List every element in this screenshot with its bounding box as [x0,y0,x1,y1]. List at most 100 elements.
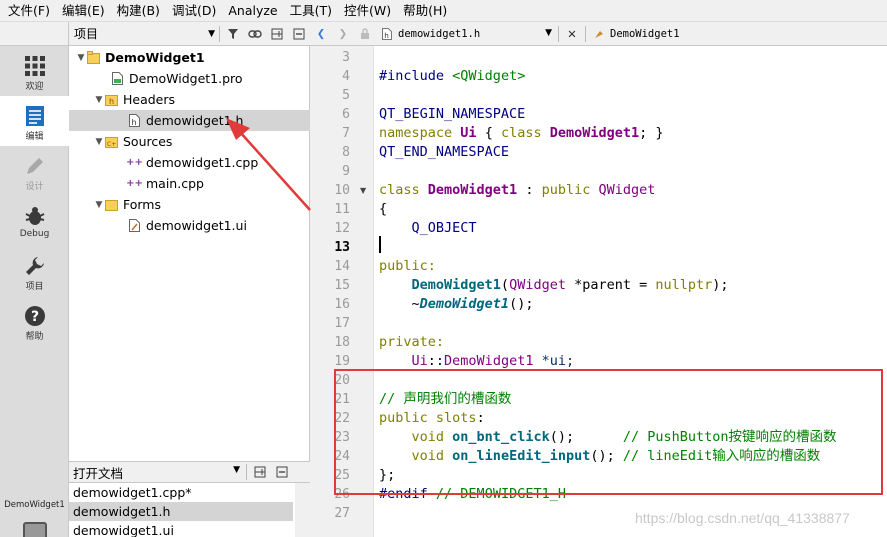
menu-analyze[interactable]: Analyze [224,0,281,22]
code-line-6: QT_BEGIN_NAMESPACE [379,105,525,124]
menu-widgets[interactable]: 控件(W) [340,0,395,22]
header-file-icon: h [128,114,141,128]
close-panel-icon[interactable] [288,24,310,44]
tree-item-pro-file[interactable]: DemoWidget1.pro [69,68,310,89]
project-view-select[interactable]: 项目 ▼ [71,24,217,44]
preprocessor-token: #include [379,68,445,84]
close-file-icon[interactable]: ✕ [561,24,583,44]
code-line-4: #include <QWidget> [379,67,525,86]
kit-label[interactable]: DemoWidget1 [0,500,69,510]
mode-debug-label: Debug [19,229,50,239]
sources-label: Sources [123,134,173,149]
punct-token: *parent = [565,277,656,293]
header-file-label: demowidget1.h [146,113,244,128]
chevron-down-icon[interactable]: ▼ [93,95,105,105]
open-documents-title: 打开文档 [73,465,124,481]
fold-marker-icon[interactable]: ▼ [360,181,370,200]
forward-arrow-icon[interactable]: ❯ [332,26,354,42]
menu-tools[interactable]: 工具(T) [286,0,336,22]
header-file-icon: h [380,27,393,41]
split-icon[interactable] [249,462,271,482]
tree-item-header-file[interactable]: h demowidget1.h [69,110,310,131]
chevron-down-icon[interactable]: ▼ [93,200,105,210]
bug-icon [25,207,44,225]
split-icon[interactable] [266,24,288,44]
namespace-token: Ui [460,125,477,141]
mode-edit-label: 编辑 [25,132,44,142]
close-panel-icon[interactable] [271,462,293,482]
project-toolbar: 项目 ▼ [69,22,310,46]
project-tree: ▼ DemoWidget1 DemoWidget1.pro ▼ h Header… [69,46,310,461]
open-documents-toolbar: 打开文档 ▼ [69,461,310,483]
chevron-down-icon[interactable]: ▼ [75,53,87,63]
keyword-token: public: [379,258,436,274]
tree-item-forms[interactable]: ▼ Forms [69,194,310,215]
class-token: DemoWidget1 [549,125,640,141]
forms-folder-icon [105,198,118,212]
help-icon: ? [24,306,45,326]
line-number: 18 [334,335,350,350]
tree-item-source-file[interactable]: ++ demowidget1.cpp [69,152,310,173]
mode-help-label: 帮助 [25,332,44,342]
punct-token: ( [500,277,510,293]
function-token: DemoWidget1 [411,277,501,293]
type-token: QWidget [598,182,656,198]
svg-text:h: h [109,97,114,106]
link-icon[interactable] [244,24,266,44]
function-token: DemoWidget1 [419,296,510,312]
keyword-token: public [541,182,591,198]
mode-edit[interactable]: 编辑 [0,96,69,146]
chevron-down-icon[interactable]: ▼ [93,137,105,147]
menu-edit[interactable]: 编辑(E) [58,0,109,22]
open-document-item[interactable]: demowidget1.ui [69,521,293,537]
menu-help[interactable]: 帮助(H) [399,0,451,22]
mode-design[interactable]: 设计 [0,146,69,196]
punct-token: ; } [639,125,664,141]
open-document-item[interactable]: demowidget1.h [69,502,293,521]
divider [585,25,586,42]
line-number: 5 [342,88,350,103]
line-number: 11 [334,202,350,217]
punct-token: :: [427,353,445,369]
open-documents-scrollbar[interactable] [295,483,310,537]
tree-item-headers[interactable]: ▼ h Headers [69,89,310,110]
punct-token: ~ [411,296,420,312]
forms-label: Forms [123,197,162,212]
svg-text:h: h [132,118,137,127]
svg-text:h: h [384,31,389,40]
pencil-icon [26,158,43,174]
code-line-15: DemoWidget1(QWidget *parent = nullptr); [379,276,729,295]
punct-token: (); [509,296,534,312]
mode-welcome[interactable]: 欢迎 [0,46,69,96]
project-icon [87,51,100,65]
mode-help[interactable]: ? 帮助 [0,296,69,346]
line-number: 17 [334,316,350,331]
menu-build[interactable]: 构建(B) [113,0,164,22]
open-file-select[interactable]: h demowidget1.h ▼ [376,24,556,44]
mode-projects[interactable]: 项目 [0,246,69,296]
punct-token: { [379,201,388,217]
tree-item-form-file[interactable]: demowidget1.ui [69,215,310,236]
menu-debug[interactable]: 调试(D) [168,0,220,22]
filter-icon[interactable] [222,24,244,44]
tree-item-sources[interactable]: ▼ C+ Sources [69,131,310,152]
menu-file[interactable]: 文件(F) [4,0,54,22]
punct-token: { [476,125,501,141]
tree-item-project[interactable]: ▼ DemoWidget1 [69,47,310,68]
cpp-file-icon: ++ [126,178,143,189]
open-documents-select[interactable]: 打开文档 ▼ [69,463,244,482]
symbol-select[interactable]: DemoWidget1 [588,27,680,41]
mode-design-label: 设计 [25,182,44,192]
tree-item-source-file[interactable]: ++ main.cpp [69,173,310,194]
mode-debug[interactable]: Debug [0,196,69,246]
chevron-down-icon: ▼ [233,464,240,475]
text-cursor [379,236,381,253]
back-arrow-icon[interactable]: ❮ [310,26,332,42]
form-file-label: demowidget1.ui [146,218,247,233]
source-file-label: demowidget1.cpp [146,155,259,170]
kit-selector-icon[interactable] [23,522,47,537]
line-number: 16 [334,297,350,312]
macro-token: QT_BEGIN_NAMESPACE [379,106,526,122]
open-document-item[interactable]: demowidget1.cpp* [69,483,293,502]
document-icon [25,106,44,126]
